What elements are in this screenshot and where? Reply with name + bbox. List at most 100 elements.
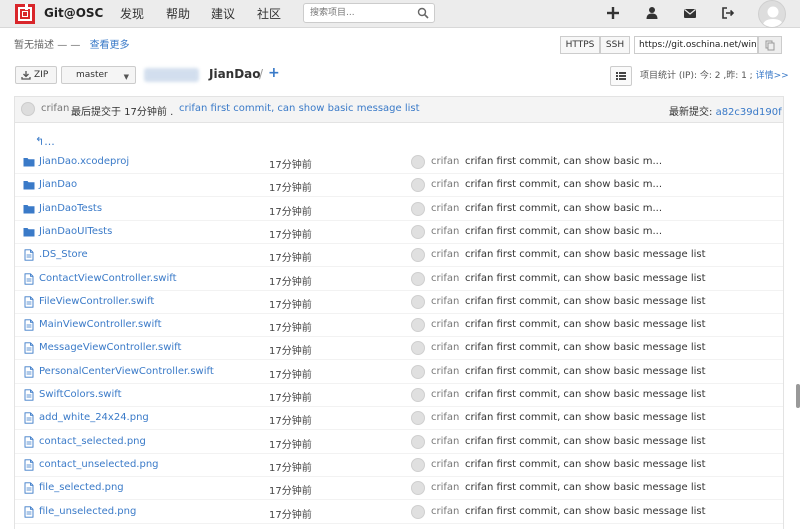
file-author[interactable]: crifan — [431, 412, 459, 423]
file-author[interactable]: crifan — [431, 389, 459, 400]
file-name-link[interactable]: file_unselected.png — [39, 506, 136, 517]
branch-selector[interactable]: master ▼ — [61, 66, 136, 84]
author-avatar[interactable] — [411, 481, 425, 496]
file-name-link[interactable]: JianDao.xcodeproj — [39, 156, 129, 167]
author-avatar[interactable] — [411, 318, 425, 333]
file-name-link[interactable]: JianDaoTests — [39, 203, 102, 214]
file-name-link[interactable]: JianDao — [39, 179, 77, 190]
commit-author-avatar[interactable] — [21, 102, 35, 116]
stats-detail-link[interactable]: 详情>> — [756, 71, 789, 81]
file-author[interactable]: crifan — [431, 179, 459, 190]
file-author[interactable]: crifan — [431, 319, 459, 330]
author-avatar[interactable] — [411, 271, 425, 286]
file-row[interactable]: contact_unselected.png 17分钟前 crifan crifan … — [15, 454, 783, 477]
commit-author[interactable]: crifan — [41, 103, 69, 114]
gitosc-logo-icon[interactable] — [14, 3, 36, 25]
file-row[interactable]: PersonalCenterViewController.swift 17分钟前 c… — [15, 361, 783, 384]
file-author[interactable]: crifan — [431, 203, 459, 214]
file-row[interactable]: JianDao 17分钟前 crifan crifan first commit, c… — [15, 174, 783, 198]
file-author[interactable]: crifan — [431, 249, 459, 260]
author-avatar[interactable] — [411, 201, 425, 216]
mail-icon[interactable] — [683, 6, 697, 20]
file-row[interactable]: ContactViewController.swift 17分钟前 crifan cr… — [15, 268, 783, 291]
clone-url-input[interactable]: https://git.oschina.net/win — [634, 36, 758, 54]
nav-discover[interactable]: 发现 — [120, 5, 144, 22]
file-time: 17分钟前 — [269, 346, 312, 358]
file-row[interactable]: contact_selected.png 17分钟前 crifan crifan fi… — [15, 431, 783, 454]
download-icon — [21, 71, 31, 80]
download-zip-button[interactable]: ZIP — [15, 66, 57, 84]
file-author[interactable]: crifan — [431, 436, 459, 447]
file-name-link[interactable]: MainViewController.swift — [39, 319, 162, 330]
commit-sha-link[interactable]: a82c39d190f — [716, 107, 782, 118]
nav-community[interactable]: 社区 — [257, 5, 281, 22]
author-avatar[interactable] — [411, 248, 425, 263]
repo-name[interactable]: JianDao — [209, 67, 261, 81]
search-icon[interactable] — [417, 7, 429, 19]
ssh-button[interactable]: SSH — [600, 36, 630, 54]
file-row[interactable]: SwiftColors.swift 17分钟前 crifan crifan first… — [15, 384, 783, 407]
file-author[interactable]: crifan — [431, 273, 459, 284]
file-name-link[interactable]: ContactViewController.swift — [39, 273, 177, 284]
file-name-link[interactable]: add_white_24x24.png — [39, 412, 149, 423]
copy-url-button[interactable] — [758, 36, 782, 54]
file-author[interactable]: crifan — [431, 342, 459, 353]
author-avatar[interactable] — [411, 224, 425, 239]
file-name-link[interactable]: .DS_Store — [39, 249, 88, 260]
file-row[interactable]: file_selected.png 17分钟前 crifan crifan first… — [15, 477, 783, 501]
file-author[interactable]: crifan — [431, 156, 459, 167]
file-row[interactable]: MessageViewController.swift 17分钟前 crifan cr… — [15, 337, 783, 361]
repo-owner-blurred[interactable] — [144, 68, 199, 82]
folder-icon — [23, 158, 35, 167]
file-row[interactable]: JianDaoTests 17分钟前 crifan crifan first comm… — [15, 198, 783, 221]
avatar[interactable] — [758, 0, 786, 28]
author-avatar[interactable] — [411, 504, 425, 519]
file-name-link[interactable]: SwiftColors.swift — [39, 389, 122, 400]
file-name-link[interactable]: file_selected.png — [39, 482, 124, 493]
file-time: 17分钟前 — [269, 160, 312, 171]
search-input[interactable] — [310, 6, 414, 20]
brand-name[interactable]: Git@OSC — [44, 6, 103, 20]
author-avatar[interactable] — [411, 457, 425, 472]
file-author[interactable]: crifan — [431, 226, 459, 237]
repo-stats: 项目统计 (IP): 今: 2 ,昨: 1 ; 详情>> — [640, 68, 789, 81]
file-name-link[interactable]: FileViewController.swift — [39, 296, 154, 307]
author-avatar[interactable] — [411, 294, 425, 309]
list-menu-button[interactable] — [610, 66, 632, 86]
user-icon[interactable] — [645, 6, 659, 20]
author-avatar[interactable] — [411, 178, 425, 193]
file-author[interactable]: crifan — [431, 366, 459, 377]
plus-icon[interactable] — [606, 6, 620, 20]
logout-icon[interactable] — [721, 6, 735, 20]
author-avatar[interactable] — [411, 411, 425, 426]
file-name-link[interactable]: contact_selected.png — [39, 436, 146, 447]
author-avatar[interactable] — [411, 434, 425, 449]
file-row[interactable]: MainViewController.swift 17分钟前 crifan crifa… — [15, 314, 783, 338]
see-more-link[interactable]: 查看更多 — [90, 40, 130, 51]
file-author[interactable]: crifan — [431, 459, 459, 470]
file-row[interactable]: JianDao.xcodeproj 17分钟前 crifan crifan first… — [15, 151, 783, 174]
nav-suggest[interactable]: 建议 — [211, 5, 235, 22]
file-row[interactable]: file_unselected.png 17分钟前 crifan crifan fir… — [15, 501, 783, 524]
file-author[interactable]: crifan — [431, 482, 459, 493]
file-row[interactable]: JianDaoUITests 17分钟前 crifan crifan first co… — [15, 221, 783, 244]
file-row[interactable]: FileViewController.swift 17分钟前 crifan crifa… — [15, 291, 783, 314]
https-button[interactable]: HTTPS — [560, 36, 600, 54]
file-name-link[interactable]: MessageViewController.swift — [39, 342, 181, 353]
file-name-link[interactable]: JianDaoUITests — [39, 226, 112, 237]
file-row[interactable]: .DS_Store 17分钟前 crifan crifan first commit,… — [15, 244, 783, 268]
file-row[interactable]: add_white_24x24.png 17分钟前 crifan crifan fir… — [15, 407, 783, 431]
file-author[interactable]: crifan — [431, 296, 459, 307]
author-avatar[interactable] — [411, 341, 425, 356]
author-avatar[interactable] — [411, 364, 425, 379]
parent-directory-link[interactable]: ↰... — [35, 135, 55, 148]
author-avatar[interactable] — [411, 155, 425, 169]
add-file-button[interactable]: + — [268, 65, 280, 81]
author-avatar[interactable] — [411, 388, 425, 402]
scrollbar[interactable] — [796, 384, 800, 408]
commit-message-link[interactable]: crifan first commit, can show basic mess… — [179, 103, 420, 114]
file-name-link[interactable]: contact_unselected.png — [39, 459, 159, 470]
file-author[interactable]: crifan — [431, 506, 459, 517]
file-name-link[interactable]: PersonalCenterViewController.swift — [39, 366, 214, 377]
nav-help[interactable]: 帮助 — [166, 5, 190, 22]
